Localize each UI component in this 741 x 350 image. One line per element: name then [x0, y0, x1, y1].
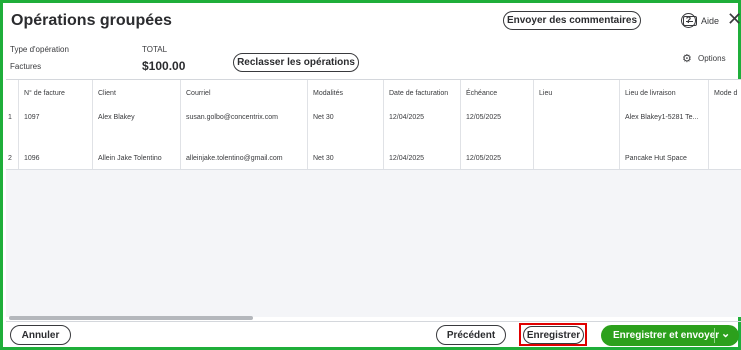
previous-button[interactable]: Précédent	[436, 325, 506, 345]
column-header[interactable]: Lieu	[534, 80, 620, 107]
horizontal-scrollbar[interactable]	[9, 316, 253, 320]
table-cell[interactable]	[534, 107, 620, 128]
options-link[interactable]: Options	[698, 54, 726, 63]
table-cell[interactable]: Net 30	[308, 107, 384, 128]
operation-type-label: Type d'opération	[10, 45, 69, 54]
table-cell[interactable]: Pancake Hut Space	[620, 148, 709, 169]
help-icon[interactable]: ?	[681, 13, 696, 28]
table-cell[interactable]: 1097	[19, 107, 93, 128]
save-button-highlight	[519, 323, 587, 346]
column-header[interactable]: N° de facture	[19, 80, 93, 107]
table-cell[interactable]: Allein Jake Tolentino	[93, 148, 181, 169]
table-cell[interactable]: Net 30	[308, 148, 384, 169]
column-header[interactable]: Client	[93, 80, 181, 107]
help-label[interactable]: Aide	[701, 16, 719, 26]
bulk-operations-dialog: Opérations groupées Envoyer des commenta…	[0, 0, 741, 350]
operations-table: N° de facture Client Courriel Modalités …	[6, 79, 741, 317]
split-divider	[714, 328, 715, 343]
save-and-send-button[interactable]: Enregistrer et envoyer ⌄	[601, 325, 739, 346]
table-row[interactable]: 1 1097 Alex Blakey susan.golbo@concentri…	[6, 107, 741, 129]
table-row	[6, 128, 741, 149]
table-cell[interactable]: alleinjake.tolentino@gmail.com	[181, 148, 308, 169]
table-cell[interactable]	[534, 148, 620, 169]
column-header[interactable]: Mode d	[709, 80, 741, 107]
total-value: $100.00	[142, 59, 186, 73]
gear-icon[interactable]: ⚙	[682, 52, 692, 65]
table-cell[interactable]: Alex Blakey	[93, 107, 181, 128]
column-header[interactable]: Courriel	[181, 80, 308, 107]
table-cell[interactable]: 12/05/2025	[461, 107, 534, 128]
table-cell[interactable]	[709, 148, 741, 169]
table-cell[interactable]: 1096	[19, 148, 93, 169]
footer-divider	[6, 321, 741, 322]
page-title: Opérations groupées	[11, 12, 172, 29]
table-cell[interactable]: 12/04/2025	[384, 107, 461, 128]
column-header[interactable]: Échéance	[461, 80, 534, 107]
total-label: TOTAL	[142, 45, 168, 54]
cancel-button[interactable]: Annuler	[10, 325, 71, 345]
table-row[interactable]: 2 1096 Allein Jake Tolentino alleinjake.…	[6, 148, 741, 170]
row-number: 2	[6, 148, 19, 169]
close-icon[interactable]: ✕	[727, 9, 741, 30]
column-header[interactable]: Lieu de livraison	[620, 80, 709, 107]
save-and-send-label: Enregistrer et envoyer	[613, 330, 720, 341]
operation-type-value: Factures	[10, 62, 42, 71]
send-feedback-button[interactable]: Envoyer des commentaires	[503, 11, 641, 30]
table-cell[interactable]	[709, 107, 741, 128]
chevron-down-icon[interactable]: ⌄	[721, 327, 730, 340]
table-cell[interactable]: Alex Blakey1-5281 Te...	[620, 107, 709, 128]
column-header[interactable]: Date de facturation	[384, 80, 461, 107]
table-cell[interactable]: susan.golbo@concentrix.com	[181, 107, 308, 128]
table-cell[interactable]: 12/04/2025	[384, 148, 461, 169]
reclassify-button[interactable]: Reclasser les opérations	[233, 53, 359, 72]
table-header-row: N° de facture Client Courriel Modalités …	[6, 80, 741, 108]
table-cell[interactable]: 12/05/2025	[461, 148, 534, 169]
row-number: 1	[6, 107, 19, 128]
column-header[interactable]: Modalités	[308, 80, 384, 107]
